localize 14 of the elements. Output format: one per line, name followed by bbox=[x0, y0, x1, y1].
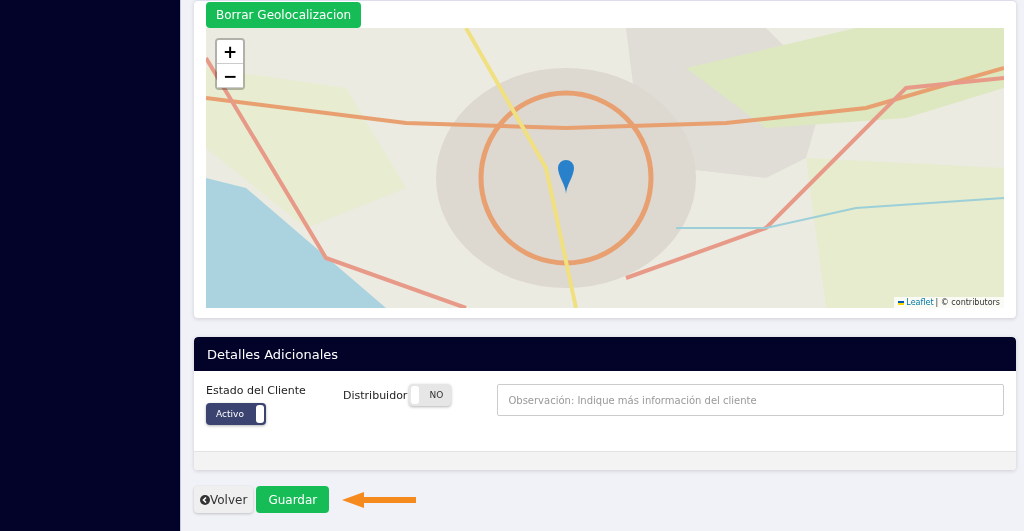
observation-field[interactable]: Observación: Indique más información del cliente bbox=[497, 384, 1004, 416]
leaflet-link[interactable]: Leaflet bbox=[906, 298, 934, 307]
back-button[interactable]: Volver bbox=[194, 486, 254, 513]
zoom-in-button[interactable]: + bbox=[217, 40, 243, 64]
field-label: Distribuidor bbox=[343, 388, 408, 402]
distributor-toggle[interactable]: NO bbox=[409, 384, 452, 406]
zoom-out-button[interactable]: − bbox=[217, 64, 243, 88]
back-icon bbox=[200, 494, 210, 505]
card-title: Detalles Adicionales bbox=[207, 346, 339, 362]
status-toggle[interactable]: Activo bbox=[206, 403, 266, 425]
field-label: Estado del Cliente bbox=[206, 384, 307, 397]
flag-icon bbox=[898, 300, 905, 305]
arrow-icon bbox=[342, 491, 417, 508]
attribution-text: | © contributors bbox=[935, 298, 1000, 307]
